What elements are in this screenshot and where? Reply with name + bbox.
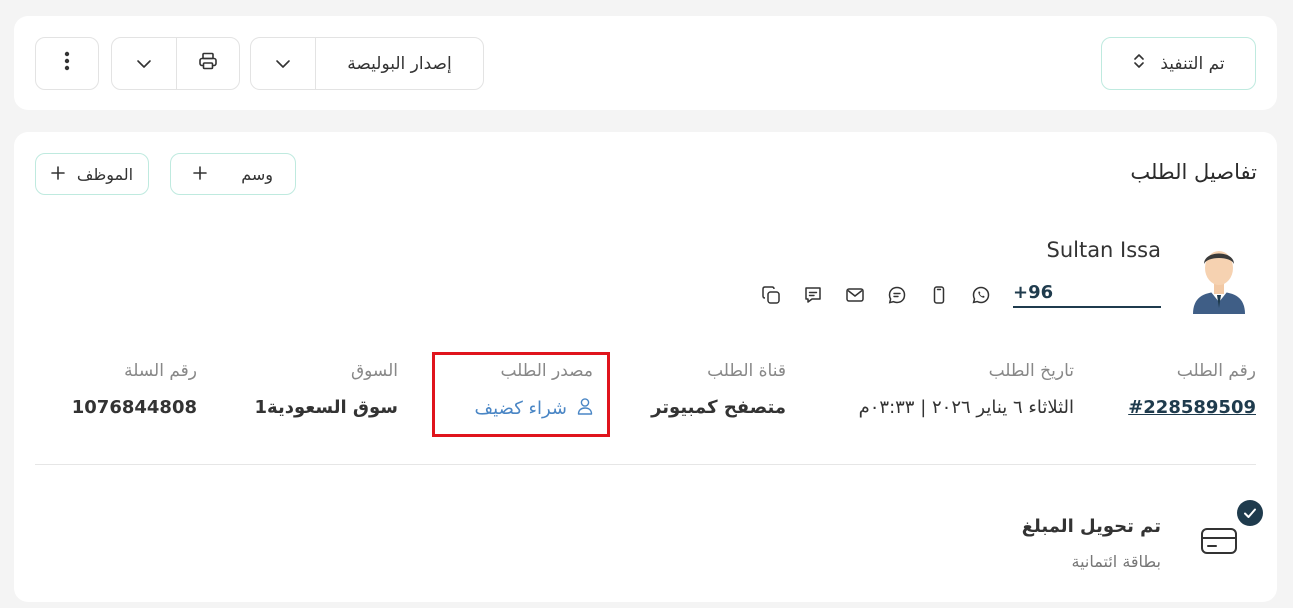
customer-avatar (1189, 242, 1249, 314)
highlight-box (432, 352, 610, 437)
market-field: السوق سوق السعودية1 (255, 361, 398, 418)
print-button[interactable] (175, 38, 240, 89)
order-channel-value: متصفح كمبيوتر (651, 397, 786, 418)
chat-icon[interactable] (886, 284, 908, 306)
order-date-label: تاريخ الطلب (988, 361, 1074, 381)
print-split-button (111, 37, 240, 90)
plus-icon (51, 165, 65, 184)
sms-icon[interactable] (802, 284, 824, 306)
order-number-link[interactable]: #228589509 (1128, 397, 1256, 418)
add-employee-button[interactable]: الموظف (35, 153, 149, 195)
whatsapp-icon[interactable] (970, 284, 992, 306)
cart-number-value: 1076844808 (71, 397, 197, 418)
chevron-down-icon (275, 54, 291, 74)
plus-icon (193, 165, 207, 184)
contact-actions (760, 284, 992, 306)
divider (35, 464, 1256, 465)
employee-label: الموظف (76, 164, 134, 184)
issue-policy-label: إصدار البوليصة (347, 53, 452, 74)
issue-policy-split-button: إصدار البوليصة (250, 37, 484, 90)
order-channel-field: قناة الطلب متصفح كمبيوتر (651, 361, 786, 418)
customer-name: Sultan Issa (1046, 238, 1161, 262)
order-date-value: الثلاثاء ٦ يناير ٢٠٢٦ | ٠٣:٣٣م (858, 397, 1074, 418)
order-channel-label: قناة الطلب (707, 361, 786, 381)
payment-status-title: تم تحويل المبلغ (1021, 516, 1161, 537)
chevron-down-icon (136, 54, 152, 74)
section-title: تفاصيل الطلب (1130, 160, 1257, 184)
credit-card-icon (1199, 525, 1239, 557)
mail-icon[interactable] (844, 284, 866, 306)
order-number-field: رقم الطلب #228589509 (1128, 361, 1256, 418)
more-vertical-icon (64, 51, 70, 76)
market-value: سوق السعودية1 (254, 397, 398, 418)
issue-policy-dropdown-toggle[interactable] (251, 38, 315, 89)
tag-label: وسم (241, 164, 273, 184)
add-tag-button[interactable]: وسم (170, 153, 296, 195)
print-dropdown-toggle[interactable] (112, 38, 176, 89)
order-number-label: رقم الطلب (1176, 361, 1256, 381)
more-options-button[interactable] (35, 37, 99, 90)
cart-number-label: رقم السلة (124, 361, 197, 381)
order-date-field: تاريخ الطلب الثلاثاء ٦ يناير ٢٠٢٦ | ٠٣:٣… (859, 361, 1074, 418)
market-label: السوق (350, 361, 398, 381)
action-bar: تم التنفيذ إصدار البوليصة (14, 16, 1277, 110)
printer-icon (198, 51, 218, 76)
payment-method: بطاقة ائتمانية (1071, 552, 1161, 571)
status-label: تم التنفيذ (1160, 53, 1225, 74)
order-details-card: تفاصيل الطلب وسم الموظف Sultan Issa +96 (14, 132, 1277, 602)
copy-icon[interactable] (760, 284, 782, 306)
cart-number-field: رقم السلة 1076844808 (72, 361, 197, 418)
issue-policy-button[interactable]: إصدار البوليصة (315, 38, 483, 89)
sort-updown-icon (1132, 52, 1146, 75)
mobile-phone-icon[interactable] (928, 284, 950, 306)
customer-phone-link[interactable]: +96 (1013, 282, 1161, 308)
status-dropdown-button[interactable]: تم التنفيذ (1101, 37, 1256, 90)
check-icon (1237, 500, 1263, 526)
